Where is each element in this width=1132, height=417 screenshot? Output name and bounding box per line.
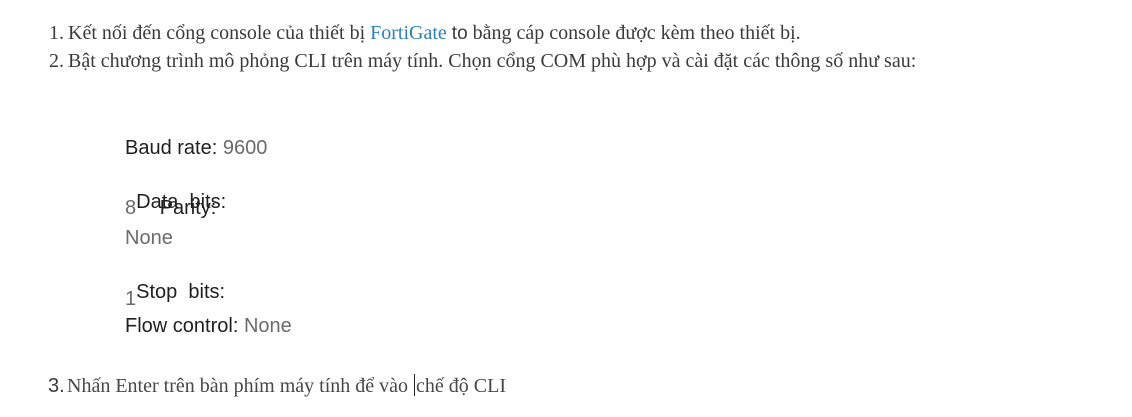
brand-link[interactable]: FortiGate: [370, 22, 447, 44]
baud-rate-value: 9600: [222, 137, 268, 159]
step-number: 2.: [49, 50, 64, 72]
text-cursor: [414, 374, 416, 396]
step-text: Bật chương trình mô phỏng CLI trên máy t…: [68, 50, 917, 72]
parity-value-line: None: [125, 226, 173, 250]
step-number: 3.: [48, 375, 65, 397]
parity-label: Parity:: [159, 197, 217, 219]
flow-control-label: Flow control:: [125, 315, 239, 337]
step-word-to: to: [451, 23, 468, 44]
step-1: 1. Kết nối đến cổng console của thiết bị …: [49, 21, 801, 46]
step-text-after: bằng cáp console được kèm theo thiết bị.: [472, 22, 801, 44]
parity-value: None: [125, 227, 173, 249]
step-3: 3. Nhấn Enter trên bàn phím máy tính để v…: [48, 374, 506, 398]
stop-bits-value: 1: [125, 288, 137, 310]
step-text-after: chế độ CLI: [416, 375, 506, 397]
step-number: 1.: [49, 22, 64, 44]
flow-control-value: None: [243, 315, 292, 337]
data-bits-value: 8: [125, 197, 137, 219]
step-text: Nhấn Enter trên bàn phím máy tính để vào: [67, 375, 414, 397]
data-bits-parity-line: 8 Parity:: [125, 196, 216, 220]
step-2: 2. Bật chương trình mô phỏng CLI trên máy…: [49, 49, 916, 73]
step-text: Kết nối đến cổng console của thiết bị: [68, 22, 366, 44]
stop-bits-line: Stop bits:: [125, 256, 225, 304]
stop-bits-label: Stop bits:: [136, 281, 226, 303]
baud-rate-label: Baud rate:: [125, 137, 218, 159]
stop-bits-value-line: 1: [125, 287, 136, 311]
flow-control-line: Flow control: None: [125, 314, 292, 338]
baud-rate-line: Baud rate: 9600: [125, 136, 267, 160]
